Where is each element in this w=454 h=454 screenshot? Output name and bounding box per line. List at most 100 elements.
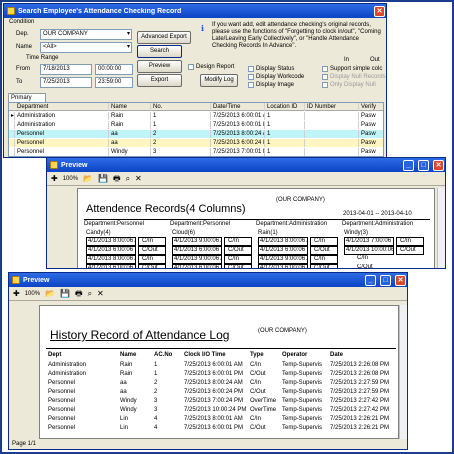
grid-header-cell[interactable]: Department bbox=[15, 103, 109, 111]
table-cell: Windy bbox=[109, 148, 151, 156]
modify-log-button[interactable]: Modify Log bbox=[200, 74, 238, 87]
table-cell: Administration bbox=[15, 121, 109, 129]
display-image-checkbox[interactable]: Display Image bbox=[248, 82, 294, 88]
checkbox-box bbox=[248, 74, 254, 80]
grid-header-cell[interactable]: Name bbox=[109, 103, 151, 111]
grid-header-cell[interactable]: ID Number bbox=[305, 103, 359, 111]
dept-select[interactable]: OUR COMPANY ▾ bbox=[40, 29, 132, 40]
primary-logs-grid: Department Name No. Date/Time Location ID ID … bbox=[8, 102, 384, 157]
record-time-cell: 4/1/2013 10:00:06 bbox=[344, 246, 394, 255]
maximize-icon[interactable]: □ bbox=[418, 159, 429, 171]
preview1-title: Preview bbox=[61, 161, 88, 169]
save-icon[interactable]: 💾 bbox=[60, 289, 70, 298]
grid-header-cell[interactable]: Location ID bbox=[265, 103, 305, 111]
table-cell: 1 bbox=[265, 112, 305, 120]
table-row[interactable]: AdministrationRain17/25/2013 6:00:01 PM1… bbox=[9, 121, 383, 129]
table-cell: 7/25/2013 6:00:24 PM bbox=[211, 139, 265, 147]
to-time-field[interactable]: 23:59:00 bbox=[95, 77, 133, 88]
main-title-bar: Search Employee's Attendance Checking Re… bbox=[4, 4, 386, 18]
from-time-field[interactable]: 00:00:00 bbox=[95, 64, 133, 75]
table-cell: 7/25/2013 2:26:08 PM bbox=[330, 371, 390, 377]
table-cell: Temp-Supervis bbox=[282, 380, 323, 386]
main-window-title: Search Employee's Attendance Checking Re… bbox=[18, 7, 182, 15]
preview2-title-bar: Preview _ □ ✕ bbox=[9, 273, 407, 287]
table-cell: 1 bbox=[151, 112, 211, 120]
grid-header-cell[interactable]: Date/Time bbox=[211, 103, 265, 111]
table-row[interactable]: Personnelaa27/25/2013 8:00:24 AM1 Pasw bbox=[9, 130, 383, 138]
table-cell: 7/25/2013 2:27:59 PM bbox=[330, 389, 390, 395]
support-simple-checkbox[interactable]: Support simple colc bbox=[322, 66, 382, 72]
record-type-cell: C/Out bbox=[224, 264, 252, 268]
history-header-cell: Type bbox=[250, 352, 264, 358]
dept-label: Dep. bbox=[16, 31, 29, 37]
table-cell: 7/25/2013 2:26:21 PM bbox=[330, 416, 390, 422]
close-preview-icon[interactable]: ✕ bbox=[97, 289, 104, 298]
display-null-checkbox[interactable]: Display Null Records bbox=[322, 74, 386, 80]
record-type-cell: C/In bbox=[138, 237, 166, 246]
record-type-cell: C/In bbox=[310, 255, 338, 264]
column-department: Department:Personnel bbox=[170, 221, 231, 227]
table-row[interactable]: Personnelaa27/25/2013 6:00:24 PM1 Pasw bbox=[9, 139, 383, 147]
find-icon[interactable]: ⌕ bbox=[88, 289, 92, 298]
display-null-label: Display Null Records bbox=[330, 74, 386, 80]
tab-primary-logs[interactable]: Primary Logs bbox=[8, 93, 46, 109]
find-icon[interactable]: ⌕ bbox=[126, 174, 130, 183]
maximize-icon[interactable]: □ bbox=[380, 274, 391, 286]
print-icon[interactable]: 🖶 bbox=[113, 174, 121, 183]
record-type-cell: C/In bbox=[224, 237, 252, 246]
minimize-icon[interactable]: _ bbox=[403, 159, 414, 171]
table-cell: Temp-Supervis bbox=[282, 398, 323, 404]
advanced-export-button[interactable]: Advanced Export bbox=[137, 31, 191, 44]
table-row[interactable]: PersonnelWindy37/25/2013 7:00:01 PM1 Pasw bbox=[9, 148, 383, 156]
preview1-scrollbar[interactable] bbox=[437, 188, 445, 268]
display-status-checkbox[interactable]: Display Status bbox=[248, 66, 294, 72]
only-display-null-checkbox[interactable]: Only Display Null bbox=[322, 82, 376, 88]
table-cell: 7/25/2013 2:27:59 PM bbox=[330, 380, 390, 386]
table-cell: 3 bbox=[151, 148, 211, 156]
close-icon[interactable]: ✕ bbox=[395, 274, 406, 286]
zoom-icon[interactable]: ✚ bbox=[13, 289, 20, 298]
design-report-checkbox[interactable]: Design Report bbox=[188, 64, 234, 70]
table-cell: Personnel bbox=[15, 130, 109, 138]
column-employee-name: Cloud(6) bbox=[172, 230, 196, 236]
out-label: Out bbox=[370, 57, 380, 63]
record-type-cell: C/In bbox=[224, 255, 252, 264]
record-time-cell: 4/1/2013 8:00:06 A bbox=[86, 237, 136, 246]
search-button[interactable]: Search bbox=[137, 45, 182, 58]
to-time-value: 23:59:00 bbox=[98, 79, 122, 85]
table-cell: OverTime bbox=[250, 407, 277, 413]
preview1-toolbar: ✚ 100% 📂 💾 🖶 ⌕ ✕ bbox=[47, 172, 445, 186]
open-folder-icon[interactable]: 📂 bbox=[83, 174, 93, 183]
open-folder-icon[interactable]: 📂 bbox=[45, 289, 55, 298]
grid-header-cell[interactable]: Verify bbox=[359, 103, 383, 111]
preview2-company: (OUR COMPANY) bbox=[258, 328, 307, 334]
print-icon[interactable]: 🖶 bbox=[75, 289, 83, 298]
preview2-scrollbar[interactable] bbox=[399, 305, 407, 439]
table-cell: 7/25/2013 6:00:01 AM bbox=[211, 112, 265, 120]
table-cell: Personnel bbox=[48, 380, 76, 386]
zoom-icon[interactable]: ✚ bbox=[51, 174, 58, 183]
name-select[interactable]: <All> ▾ bbox=[40, 42, 132, 53]
save-icon[interactable]: 💾 bbox=[98, 174, 108, 183]
close-icon[interactable]: ✕ bbox=[433, 159, 444, 171]
search-button-label: Search bbox=[149, 48, 169, 54]
from-date-field[interactable]: 7/18/2013 bbox=[40, 64, 92, 75]
zoom-level[interactable]: 100% bbox=[25, 291, 40, 297]
table-cell: Pasw bbox=[359, 148, 383, 156]
table-cell: C/In bbox=[250, 380, 262, 386]
preview-button[interactable]: Preview bbox=[137, 60, 182, 73]
grid-header-cell[interactable]: No. bbox=[151, 103, 211, 111]
record-time-cell: 4/1/2013 9:00:06 A bbox=[172, 237, 222, 246]
to-date-value: 7/25/2013 bbox=[43, 79, 70, 85]
table-cell bbox=[305, 121, 359, 129]
export-button-label: Export bbox=[150, 77, 169, 83]
close-icon[interactable]: ✕ bbox=[374, 5, 385, 17]
minimize-icon[interactable]: _ bbox=[365, 274, 376, 286]
table-row[interactable]: ▸AdministrationRain17/25/2013 6:00:01 AM… bbox=[9, 112, 383, 120]
close-preview-icon[interactable]: ✕ bbox=[135, 174, 142, 183]
export-button[interactable]: Export bbox=[137, 74, 182, 87]
column-employee-name: Candy(4) bbox=[86, 230, 111, 236]
zoom-level[interactable]: 100% bbox=[63, 176, 78, 182]
to-date-field[interactable]: 7/25/2013 bbox=[40, 77, 92, 88]
display-workcode-checkbox[interactable]: Display Workcode bbox=[248, 74, 304, 80]
